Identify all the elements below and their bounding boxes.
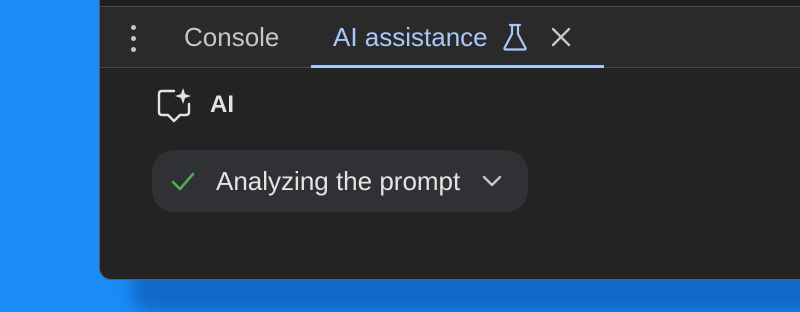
flask-icon: [502, 23, 527, 51]
analyzing-step-toggle[interactable]: Analyzing the prompt: [152, 150, 529, 212]
devtools-window: Console AI assistance AI Analyzing the p…: [99, 0, 800, 280]
more-tabs-kebab-icon[interactable]: [126, 25, 142, 53]
tab-console-label: Console: [184, 21, 280, 52]
tab-console[interactable]: Console: [184, 7, 279, 67]
ai-author-name: AI: [210, 91, 234, 118]
ai-message-header: AI: [156, 86, 234, 124]
spark-chat-icon: [157, 88, 191, 123]
check-icon: [171, 172, 195, 191]
window-top-strip: [100, 0, 800, 7]
ai-assistance-panel: AI Analyzing the prompt: [100, 68, 800, 268]
tab-ai-assistance[interactable]: AI assistance: [311, 7, 604, 68]
tab-ai-assistance-label: AI assistance: [333, 21, 488, 52]
drawer-tabbar: Console AI assistance: [100, 7, 800, 68]
close-icon[interactable]: [550, 26, 572, 48]
step-label: Analyzing the prompt: [216, 165, 461, 196]
chevron-down-icon: [483, 175, 502, 187]
